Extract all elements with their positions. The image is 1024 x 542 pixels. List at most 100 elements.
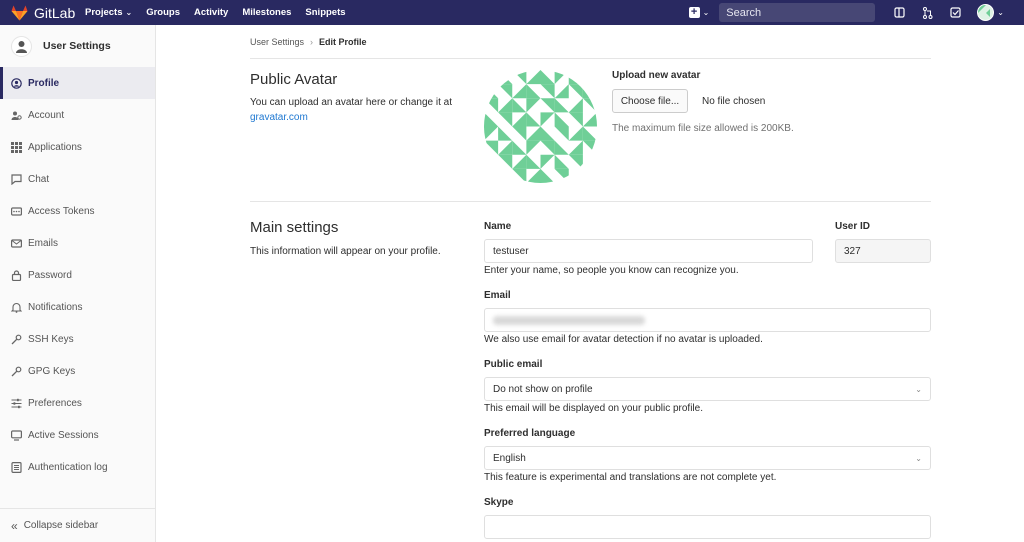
nav-links: Projects ⌄ Groups Activity Milestones Sn… [85, 7, 360, 18]
chevron-right-icon: › [310, 37, 314, 47]
double-chevron-left-icon: « [11, 518, 18, 533]
avatar-section-desc: You can upload an avatar here or change … [250, 95, 470, 125]
nav-activity[interactable]: Activity [194, 7, 228, 18]
chevron-down-icon: ⌄ [915, 453, 922, 463]
user-icon [11, 35, 32, 57]
avatar-desc-text: You can upload an avatar here or change … [250, 97, 453, 108]
sidebar-item-password[interactable]: Password [0, 259, 155, 291]
sliders-icon [11, 398, 22, 409]
sidebar-item-ssh-keys[interactable]: SSH Keys [0, 323, 155, 355]
upload-avatar-label: Upload new avatar [612, 70, 701, 81]
name-label: Name [484, 221, 512, 232]
envelope-icon [11, 238, 22, 249]
divider [250, 201, 931, 202]
skype-label: Skype [484, 497, 514, 508]
sidebar-item-label: Authentication log [28, 461, 108, 473]
sidebar-toggle-icon[interactable] [892, 6, 906, 20]
name-help: Enter your name, so people you know can … [484, 265, 739, 276]
chevron-down-icon: ⌄ [125, 8, 133, 17]
language-help: This feature is experimental and transla… [484, 472, 777, 483]
sidebar-item-gpg-keys[interactable]: GPG Keys [0, 355, 155, 387]
main-settings-desc: This information will appear on your pro… [250, 246, 441, 257]
language-label: Preferred language [484, 428, 576, 439]
lock-icon [11, 269, 22, 281]
nav-projects-label: Projects [85, 7, 123, 18]
sidebar-item-label: Chat [28, 173, 50, 185]
language-select[interactable]: English ⌄ [484, 446, 931, 470]
token-icon [11, 206, 22, 217]
todo-check-icon[interactable] [948, 6, 962, 20]
public-email-help: This email will be displayed on your pub… [484, 403, 703, 414]
public-email-value: Do not show on profile [493, 383, 593, 395]
monitor-icon [11, 429, 22, 441]
user-id-label: User ID [835, 221, 871, 232]
main-settings-title: Main settings [250, 219, 339, 236]
sidebar-item-notifications[interactable]: Notifications [0, 291, 155, 323]
breadcrumb-parent[interactable]: User Settings [250, 37, 304, 47]
email-help: We also use email for avatar detection i… [484, 334, 763, 345]
new-dropdown-button[interactable]: + ⌄ [688, 7, 710, 18]
collapse-sidebar-button[interactable]: « Collapse sidebar [0, 508, 155, 542]
sidebar-item-preferences[interactable]: Preferences [0, 387, 155, 419]
name-input[interactable] [484, 239, 813, 263]
gravatar-link[interactable]: gravatar.com [250, 112, 308, 123]
profile-avatar-image [484, 70, 597, 183]
sidebar-item-active-sessions[interactable]: Active Sessions [0, 419, 155, 451]
sidebar-title: User Settings [43, 40, 111, 52]
sidebar-item-applications[interactable]: Applications [0, 131, 155, 163]
skype-input[interactable] [484, 515, 931, 539]
sidebar-item-label: Notifications [28, 301, 83, 313]
language-value: English [493, 452, 526, 464]
chevron-down-icon: ⌄ [702, 8, 710, 17]
nav-projects[interactable]: Projects ⌄ [85, 7, 132, 18]
public-email-select[interactable]: Do not show on profile ⌄ [484, 377, 931, 401]
breadcrumb: User Settings › Edit Profile [250, 37, 367, 47]
breadcrumb-current: Edit Profile [319, 37, 367, 47]
applications-icon [11, 141, 22, 153]
divider [250, 58, 931, 59]
sidebar-item-label: Profile [28, 77, 60, 89]
upload-max-size-help: The maximum file size allowed is 200KB. [612, 123, 794, 134]
main-content: User Settings › Edit Profile Public Avat… [156, 25, 1024, 542]
sidebar-item-authentication-log[interactable]: Authentication log [0, 451, 155, 483]
top-navbar: GitLab Projects ⌄ Groups Activity Milest… [0, 0, 1024, 25]
user-avatar[interactable] [977, 4, 995, 21]
account-icon [11, 110, 22, 121]
nav-milestones[interactable]: Milestones [242, 7, 291, 18]
sidebar-item-profile[interactable]: Profile [0, 67, 155, 99]
bell-icon [11, 302, 22, 313]
sidebar-item-access-tokens[interactable]: Access Tokens [0, 195, 155, 227]
choose-file-button[interactable]: Choose file... [612, 89, 688, 113]
chevron-down-icon[interactable]: ⌄ [997, 8, 1004, 17]
settings-sidebar: User Settings Profile Account Applicatio… [0, 25, 156, 542]
chevron-down-icon: ⌄ [915, 384, 922, 394]
sidebar-header[interactable]: User Settings [0, 25, 155, 67]
log-icon [11, 461, 22, 473]
sidebar-item-label: Active Sessions [28, 429, 99, 441]
nav-snippets[interactable]: Snippets [305, 7, 345, 18]
email-label: Email [484, 290, 511, 301]
key-icon [11, 366, 22, 377]
public-email-label: Public email [484, 359, 543, 370]
plus-icon: + [688, 7, 700, 18]
nav-groups[interactable]: Groups [146, 7, 180, 18]
sidebar-item-chat[interactable]: Chat [0, 163, 155, 195]
search-box[interactable] [719, 3, 876, 22]
key-icon [11, 334, 22, 345]
app-name: GitLab [34, 4, 76, 21]
sidebar-item-label: Access Tokens [28, 205, 95, 217]
chat-icon [11, 173, 22, 185]
merge-request-icon[interactable] [920, 6, 934, 20]
redacted-email-value [493, 316, 645, 325]
search-input[interactable] [726, 6, 869, 19]
sidebar-item-account[interactable]: Account [0, 99, 155, 131]
sidebar-item-label: Applications [28, 141, 82, 153]
gitlab-logo-icon [11, 5, 28, 20]
no-file-chosen-text: No file chosen [702, 96, 766, 107]
brand[interactable]: GitLab [0, 5, 85, 21]
nav-right: + ⌄ ⌄ [688, 0, 1024, 25]
sidebar-item-label: Account [28, 109, 65, 121]
avatar-section-title: Public Avatar [250, 71, 338, 88]
sidebar-item-label: Password [28, 269, 72, 281]
sidebar-item-emails[interactable]: Emails [0, 227, 155, 259]
